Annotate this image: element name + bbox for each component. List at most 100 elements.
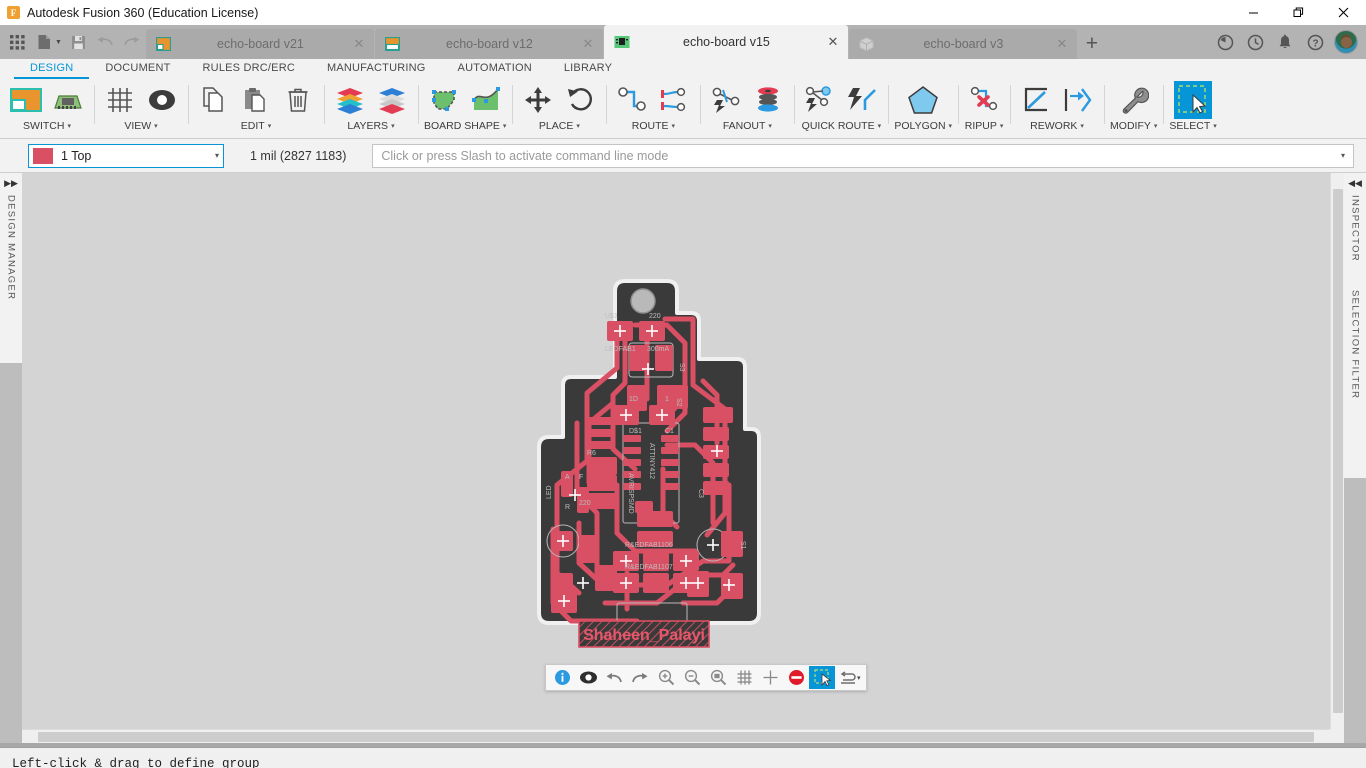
chevron-down-icon[interactable]: ▾ (67, 123, 71, 130)
minimize-button[interactable] (1231, 0, 1276, 25)
vertical-scrollbar[interactable] (1330, 173, 1344, 729)
ribbon-group-label[interactable]: BOARD SHAPE ▾ (424, 121, 506, 132)
rotate-icon[interactable] (560, 80, 600, 120)
ribbon-group-label[interactable]: PLACE ▾ (539, 121, 580, 132)
move-icon[interactable] (518, 80, 558, 120)
visibility-eye-icon[interactable] (575, 666, 601, 689)
help-question-icon[interactable]: ? (1300, 27, 1330, 57)
close-window-button[interactable] (1321, 0, 1366, 25)
rework-miter-icon[interactable] (1016, 80, 1056, 120)
selection-filter-panel-tab[interactable]: SELECTION FILTER (1344, 278, 1366, 478)
ribbon-tab-automation[interactable]: AUTOMATION (442, 59, 548, 79)
select-marquee-icon[interactable] (1173, 80, 1213, 120)
job-status-icon[interactable] (1210, 27, 1240, 57)
redo-icon[interactable] (119, 27, 146, 57)
tab-echo-board-v3[interactable]: echo-board v3 ✕ (848, 29, 1077, 59)
board-outline-icon[interactable] (424, 80, 464, 120)
paste-icon[interactable] (236, 80, 276, 120)
chevron-down-icon[interactable]: ▾ (671, 123, 675, 130)
horizontal-scrollbar[interactable] (22, 729, 1330, 743)
chevron-down-icon[interactable]: ▾ (878, 123, 882, 130)
crosshair-add-icon[interactable] (757, 666, 783, 689)
chevron-down-icon[interactable]: ▾ (949, 123, 953, 130)
ribbon-group-label[interactable]: FANOUT ▾ (723, 121, 772, 132)
chevron-down-icon[interactable]: ▾ (391, 123, 395, 130)
undo-icon[interactable] (92, 27, 119, 57)
zoom-fit-icon[interactable] (705, 666, 731, 689)
delete-trash-icon[interactable] (278, 80, 318, 120)
chevron-down-icon[interactable]: ▾ (215, 151, 219, 160)
select-marquee-icon[interactable] (809, 666, 835, 689)
redo-arrow-icon[interactable] (627, 666, 653, 689)
zoom-in-icon[interactable] (653, 666, 679, 689)
command-line-input[interactable] (381, 148, 1335, 163)
expand-right-icon[interactable]: ▶▶ (4, 177, 18, 189)
route-trace-icon[interactable] (612, 80, 652, 120)
new-tab-button[interactable]: + (1078, 29, 1106, 59)
undo-arrow-icon[interactable] (601, 666, 627, 689)
ribbon-group-label[interactable]: POLYGON ▾ (894, 121, 952, 132)
copy-icon[interactable] (194, 80, 234, 120)
ribbon-tab-library[interactable]: LIBRARY (548, 59, 628, 79)
tab-echo-board-v21[interactable]: echo-board v21 ✕ (145, 29, 374, 59)
chevron-down-icon[interactable]: ▾ (1080, 123, 1084, 130)
wrench-icon[interactable] (1114, 80, 1154, 120)
stop-forbidden-icon[interactable] (783, 666, 809, 689)
ribbon-tab-manufacturing[interactable]: MANUFACTURING (311, 59, 442, 79)
ribbon-group-label[interactable]: MODIFY ▾ (1110, 121, 1157, 132)
zoom-out-icon[interactable] (679, 666, 705, 689)
new-document-icon[interactable] (31, 27, 58, 57)
board-curve-icon[interactable] (466, 80, 506, 120)
grid-view-icon[interactable] (100, 80, 140, 120)
ribbon-group-label[interactable]: REWORK ▾ (1030, 121, 1084, 132)
layers-stack-icon[interactable] (372, 80, 412, 120)
ribbon-group-label[interactable]: QUICK ROUTE ▾ (802, 121, 881, 132)
tab-echo-board-v15[interactable]: echo-board v15 ✕ (603, 25, 848, 59)
layers-color-icon[interactable] (330, 80, 370, 120)
switch-sheet-icon[interactable] (6, 80, 46, 120)
chevron-down-icon[interactable]: ▾ (1154, 123, 1158, 130)
ripup-icon[interactable] (964, 80, 1004, 120)
layer-selector[interactable]: 1 Top ▾ (28, 143, 224, 168)
ribbon-group-label[interactable]: LAYERS ▾ (347, 121, 394, 132)
pcb-canvas[interactable]: Shaheen_Palayi U$1 220 LEDFAB1 300mA S3 … (22, 173, 1330, 729)
tab-close-icon[interactable]: ✕ (352, 36, 366, 52)
route-diff-pair-icon[interactable] (654, 80, 694, 120)
command-line[interactable]: ▾ (372, 143, 1354, 168)
tab-echo-board-v12[interactable]: echo-board v12 ✕ (374, 29, 603, 59)
ribbon-group-label[interactable]: EDIT ▾ (241, 121, 271, 132)
horizontal-scroll-thumb[interactable] (38, 732, 1314, 742)
ribbon-group-label[interactable]: ROUTE ▾ (632, 121, 675, 132)
inspector-panel-tab[interactable]: ◀◀ INSPECTOR (1344, 173, 1366, 278)
notifications-bell-icon[interactable] (1270, 27, 1300, 57)
chevron-down-icon[interactable]: ▾ (268, 123, 272, 130)
switch-board-icon[interactable] (48, 80, 88, 120)
rework-push-icon[interactable] (1058, 80, 1098, 120)
quick-route-icon[interactable] (800, 80, 840, 120)
chevron-down-icon[interactable]: ▾ (503, 123, 507, 130)
chevron-down-icon[interactable]: ▾ (1213, 123, 1217, 130)
pcb-board-artwork[interactable]: Shaheen_Palayi U$1 220 LEDFAB1 300mA S3 … (517, 273, 777, 663)
via-stack-icon[interactable] (748, 80, 788, 120)
chevron-down-icon[interactable]: ▾ (576, 123, 580, 130)
ribbon-group-label[interactable]: RIPUP ▾ (965, 121, 1004, 132)
chevron-down-icon[interactable]: ▾ (857, 674, 863, 682)
tab-close-icon[interactable]: ✕ (826, 34, 840, 50)
grid-toggle-icon[interactable] (731, 666, 757, 689)
chevron-down-icon[interactable]: ▾ (768, 123, 772, 130)
info-icon[interactable] (549, 666, 575, 689)
app-grid-icon[interactable] (4, 27, 31, 57)
polygon-icon[interactable] (903, 80, 943, 120)
ribbon-group-label[interactable]: SELECT ▾ (1169, 121, 1216, 132)
ribbon-tab-rules-drc-erc[interactable]: RULES DRC/ERC (187, 59, 311, 79)
display-view-icon[interactable] (142, 80, 182, 120)
expand-left-icon[interactable]: ◀◀ (1348, 177, 1362, 189)
user-avatar[interactable] (1334, 30, 1358, 54)
tab-close-icon[interactable]: ✕ (581, 36, 595, 52)
chevron-down-icon[interactable]: ▾ (1341, 151, 1345, 160)
fanout-icon[interactable] (706, 80, 746, 120)
tab-close-icon[interactable]: ✕ (1055, 36, 1069, 52)
chevron-down-icon[interactable]: ▾ (1000, 123, 1004, 130)
chevron-down-icon[interactable]: ▾ (154, 123, 158, 130)
ribbon-group-label[interactable]: SWITCH ▾ (23, 121, 71, 132)
